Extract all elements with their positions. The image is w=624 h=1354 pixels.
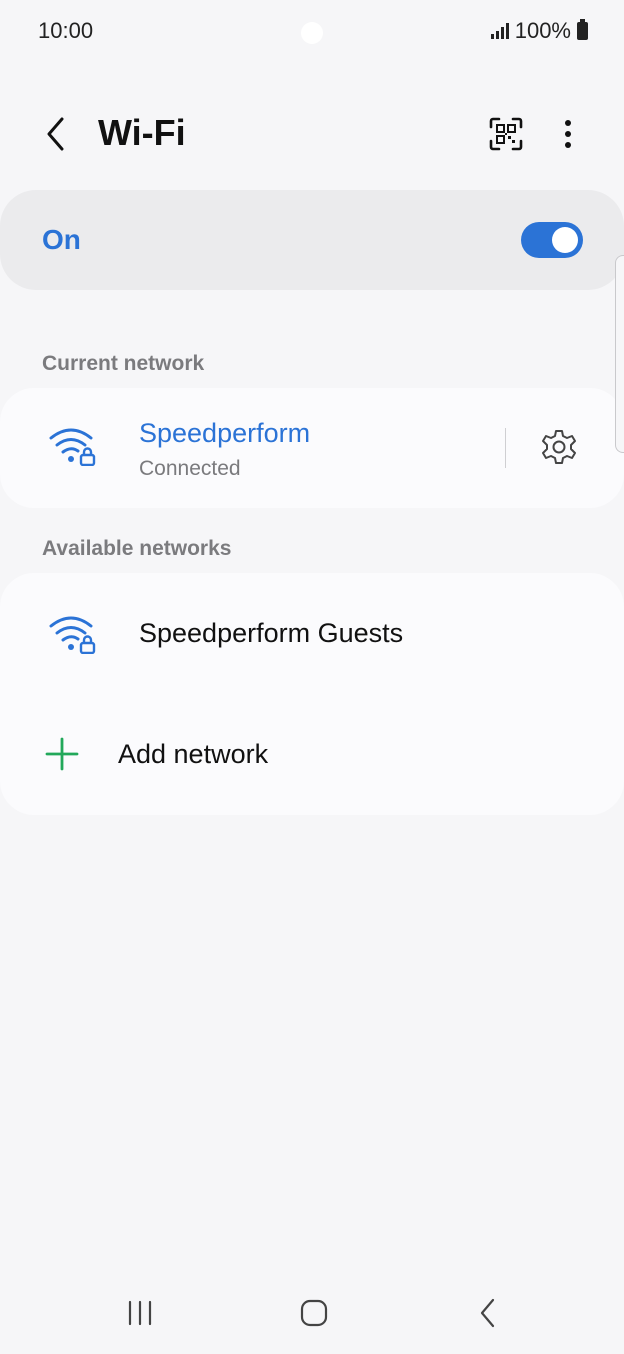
network-name: Speedperform Guests	[139, 618, 404, 648]
battery-icon	[577, 19, 588, 40]
recent-apps-button[interactable]	[118, 1294, 162, 1332]
home-button[interactable]	[292, 1294, 336, 1332]
network-settings-button[interactable]	[536, 424, 582, 470]
status-time: 10:00	[38, 18, 94, 43]
back-button[interactable]	[34, 112, 78, 156]
signal-icon	[490, 23, 509, 39]
gear-icon	[542, 430, 576, 464]
switch-knob	[552, 227, 578, 253]
wifi-toggle-switch[interactable]	[521, 222, 583, 258]
add-network-label: Add network	[118, 739, 269, 769]
wifi-toggle-label: On	[42, 224, 81, 255]
current-network-name: Speedperform	[139, 418, 311, 448]
current-network-heading: Current network	[42, 352, 205, 375]
back-icon	[480, 1298, 495, 1328]
available-networks-heading: Available networks	[42, 537, 232, 560]
status-indicators: 100%	[490, 18, 588, 44]
recent-apps-icon	[128, 1300, 152, 1326]
home-icon	[300, 1299, 328, 1327]
page-title: Wi-Fi	[98, 112, 186, 153]
divider	[505, 428, 506, 468]
more-options-button[interactable]	[546, 112, 590, 156]
wifi-lock-icon	[49, 616, 96, 654]
more-options-icon	[565, 120, 571, 148]
camera-cutout	[301, 22, 323, 44]
qr-code-button[interactable]	[484, 112, 528, 156]
back-arrow-icon	[47, 117, 64, 151]
qr-code-icon	[489, 117, 523, 151]
scroll-indicator[interactable]	[615, 255, 624, 453]
wifi-lock-icon	[49, 428, 96, 466]
add-network-item[interactable]	[0, 705, 624, 805]
nav-back-button[interactable]	[466, 1294, 510, 1332]
current-network-status: Connected	[139, 457, 241, 480]
battery-percentage: 100%	[514, 18, 571, 43]
plus-icon	[45, 737, 79, 771]
